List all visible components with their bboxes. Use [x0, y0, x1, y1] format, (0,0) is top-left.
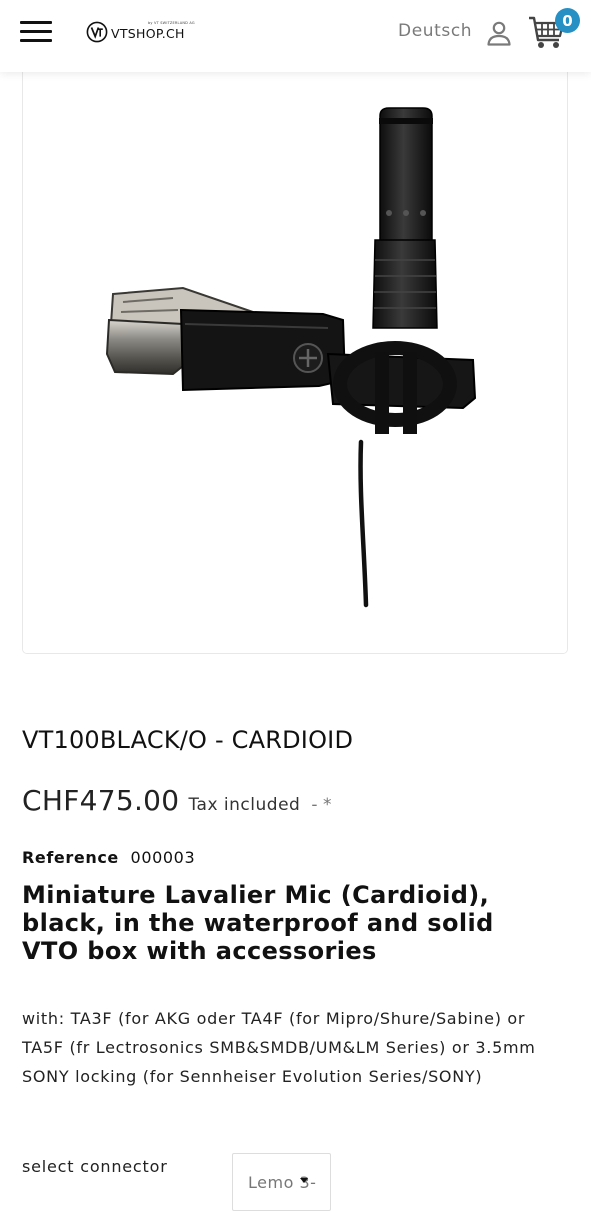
product-headline: Miniature Lavalier Mic (Cardioid), black…: [22, 881, 494, 965]
language-selector[interactable]: Deutsch: [398, 21, 472, 41]
site-header: VTSHOP.CH by VT SWITZERLAND AG Deutsch 0: [0, 0, 591, 72]
microphone-image: [23, 62, 567, 653]
product-price: CHF475.00: [22, 784, 180, 817]
menu-icon[interactable]: [20, 20, 53, 44]
logo-subtext: by VT SWITZERLAND AG: [148, 21, 195, 25]
chevron-down-icon: [300, 1178, 308, 1183]
reference-value: 000003: [130, 848, 196, 867]
price-row: CHF475.00 Tax included - *: [22, 784, 331, 817]
connector-select[interactable]: Lemo 3-: [232, 1153, 331, 1211]
cart-button[interactable]: 0: [528, 6, 586, 54]
user-icon[interactable]: [486, 20, 512, 46]
cart-count-badge: 0: [555, 8, 580, 33]
site-logo[interactable]: VTSHOP.CH by VT SWITZERLAND AG: [86, 17, 195, 47]
product-title: VT100BLACK/O - CARDIOID: [22, 726, 354, 754]
logo-text: VTSHOP.CH: [111, 25, 185, 41]
product-description: with: TA3F (for AKG oder TA4F (for Mipro…: [22, 1009, 536, 1086]
connector-select-label: select connector: [22, 1157, 168, 1176]
tax-suffix: - *: [311, 795, 332, 815]
product-image[interactable]: [22, 62, 568, 654]
vt-logo-icon: [86, 21, 108, 43]
tax-label: Tax included: [188, 795, 301, 815]
product-reference: Reference 000003: [22, 848, 195, 867]
reference-label: Reference: [22, 848, 119, 867]
